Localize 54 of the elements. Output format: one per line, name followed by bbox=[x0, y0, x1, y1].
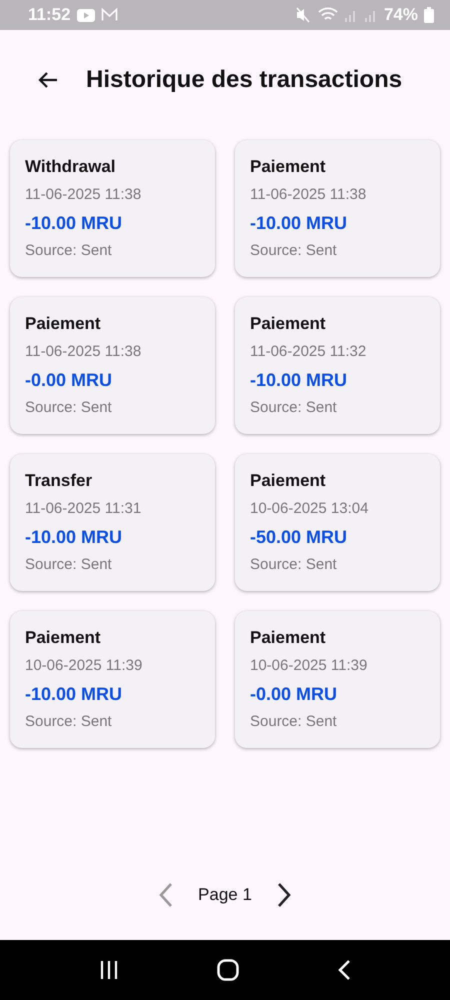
battery-percent: 74% bbox=[384, 5, 418, 25]
transaction-amount: -10.00 MRU bbox=[25, 212, 124, 234]
transaction-date: 11-06-2025 11:38 bbox=[25, 342, 142, 362]
transaction-source: Source: Sent bbox=[25, 398, 113, 418]
transaction-card[interactable]: Paiement 11-06-2025 11:32 -10.00 MRU Source: Sent bbox=[235, 297, 440, 434]
transaction-card[interactable]: Paiement 10-06-2025 11:39 -10.00 MRU Source: Sent bbox=[10, 611, 215, 748]
transaction-source: Source: Sent bbox=[250, 241, 338, 261]
recent-apps-button[interactable] bbox=[99, 960, 119, 980]
transaction-type: Paiement bbox=[250, 470, 327, 492]
transaction-amount: -0.00 MRU bbox=[250, 683, 338, 705]
transaction-card[interactable]: Paiement 10-06-2025 11:39 -0.00 MRU Source: Sent bbox=[235, 611, 440, 748]
transaction-card[interactable]: Paiement 11-06-2025 11:38 -0.00 MRU Source: Sent bbox=[10, 297, 215, 434]
transaction-source: Source: Sent bbox=[250, 712, 338, 732]
transaction-type: Withdrawal bbox=[25, 156, 117, 178]
transaction-type: Paiement bbox=[25, 627, 102, 649]
transaction-source: Source: Sent bbox=[250, 398, 338, 418]
transaction-date: 10-06-2025 11:39 bbox=[25, 656, 144, 676]
transaction-amount: -10.00 MRU bbox=[25, 526, 124, 548]
transaction-source: Source: Sent bbox=[25, 712, 113, 732]
transaction-amount: -10.00 MRU bbox=[250, 369, 348, 391]
transaction-type: Paiement bbox=[250, 313, 327, 335]
video-icon bbox=[76, 8, 95, 22]
transaction-amount: -50.00 MRU bbox=[250, 526, 348, 548]
transaction-date: 11-06-2025 11:32 bbox=[250, 342, 368, 362]
transaction-card[interactable]: Withdrawal 11-06-2025 11:38 -10.00 MRU Source: Sent bbox=[10, 140, 215, 277]
signal-icon bbox=[364, 8, 378, 22]
system-back-button[interactable] bbox=[337, 959, 351, 981]
transaction-source: Source: Sent bbox=[25, 241, 113, 261]
mute-icon bbox=[296, 7, 312, 23]
page-title: Historique des transactions bbox=[86, 66, 402, 94]
signal-icon bbox=[344, 8, 358, 22]
transaction-amount: -0.00 MRU bbox=[25, 369, 114, 391]
transaction-date: 11-06-2025 11:38 bbox=[250, 185, 368, 205]
transaction-date: 11-06-2025 11:31 bbox=[25, 499, 142, 519]
transaction-type: Paiement bbox=[25, 313, 102, 335]
transaction-source: Source: Sent bbox=[25, 555, 113, 575]
transaction-amount: -10.00 MRU bbox=[250, 212, 348, 234]
transaction-type: Transfer bbox=[25, 470, 94, 492]
status-time: 11:52 bbox=[28, 5, 71, 25]
transaction-source: Source: Sent bbox=[250, 555, 338, 575]
transaction-date: 11-06-2025 11:38 bbox=[25, 185, 142, 205]
transaction-card[interactable]: Paiement 10-06-2025 13:04 -50.00 MRU Source: Sent bbox=[235, 454, 440, 591]
battery-icon bbox=[424, 7, 434, 23]
transaction-card[interactable]: Paiement 11-06-2025 11:38 -10.00 MRU Source: Sent bbox=[235, 140, 440, 277]
next-page-button[interactable] bbox=[276, 882, 292, 908]
transaction-card[interactable]: Transfer 11-06-2025 11:31 -10.00 MRU Source: Sent bbox=[10, 454, 215, 591]
home-button[interactable] bbox=[217, 959, 239, 981]
mail-icon bbox=[100, 8, 118, 22]
transaction-type: Paiement bbox=[250, 156, 327, 178]
transaction-date: 10-06-2025 13:04 bbox=[250, 499, 370, 519]
page-label: Page 1 bbox=[198, 885, 252, 905]
transaction-amount: -10.00 MRU bbox=[25, 683, 124, 705]
transaction-type: Paiement bbox=[250, 627, 327, 649]
transaction-date: 10-06-2025 11:39 bbox=[250, 656, 368, 676]
